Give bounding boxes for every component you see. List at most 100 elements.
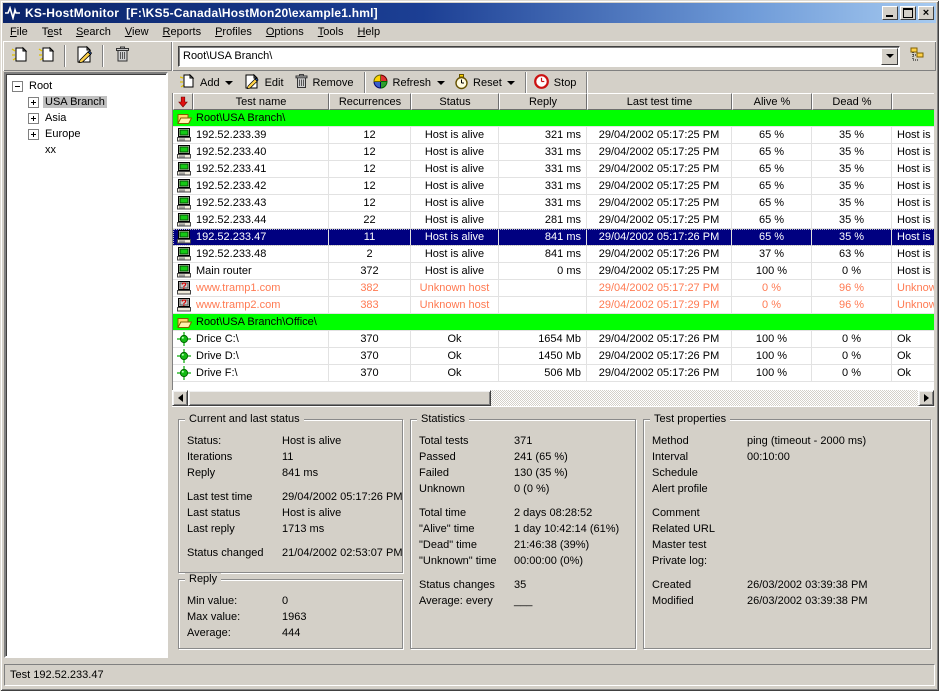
cell-reply: 841 ms [499, 229, 587, 245]
maximize-button[interactable] [900, 6, 916, 20]
scroll-right-button[interactable] [918, 390, 934, 406]
menu-view[interactable]: View [118, 24, 156, 40]
cell-last-status: Host is alive [892, 178, 934, 194]
expand-plus-icon[interactable] [28, 97, 39, 108]
table-row[interactable]: 192.52.233.3912Host is alive321 ms29/04/… [173, 127, 934, 144]
path-toolbar: Root\USA Branch\ [172, 41, 936, 71]
table-row[interactable]: 192.52.233.4711Host is alive841 ms29/04/… [173, 229, 934, 246]
menu-reports[interactable]: Reports [156, 24, 209, 40]
remove-button[interactable]: Remove [291, 73, 361, 93]
cell-last-status: Ok [892, 365, 934, 381]
cell-recurrences: 12 [329, 161, 411, 177]
horizontal-scrollbar[interactable] [172, 390, 934, 406]
cell-last-status: Host is alive [892, 195, 934, 211]
scrollbar-track[interactable] [491, 390, 918, 406]
tree-item-usa-branch[interactable]: USA Branch [8, 94, 164, 110]
combo-dropdown-button[interactable] [881, 48, 898, 65]
table-row[interactable]: ?www.tramp2.com383Unknown host29/04/2002… [173, 297, 934, 314]
minimize-button[interactable] [882, 6, 898, 20]
cell-alive-: 65 % [732, 161, 812, 177]
chevron-down-icon [437, 81, 445, 85]
field-value: 1963 [282, 610, 306, 624]
menu-options[interactable]: Options [259, 24, 311, 40]
refresh-dropdown-button[interactable] [434, 74, 447, 92]
cell-alive-: 100 % [732, 331, 812, 347]
menu-test[interactable]: Test [35, 24, 69, 40]
refresh-button[interactable]: Refresh [369, 73, 439, 93]
cell-recurrences: 2 [329, 246, 411, 262]
table-row[interactable]: 192.52.233.4212Host is alive331 ms29/04/… [173, 178, 934, 195]
scrollbar-thumb[interactable] [188, 390, 491, 406]
edit-button[interactable]: Edit [240, 73, 291, 93]
column-header-test-name[interactable]: Test name [193, 93, 329, 110]
new-testlist-button[interactable] [7, 44, 31, 68]
table-row[interactable]: 192.52.233.4012Host is alive331 ms29/04/… [173, 144, 934, 161]
table-row[interactable]: Drive F:\370Ok506 Mb29/04/2002 05:17:26 … [173, 365, 934, 382]
reset-dropdown-button[interactable] [505, 74, 518, 92]
cell-last-test-time: 29/04/2002 05:17:25 PM [587, 127, 732, 143]
field-label: Status changes [419, 578, 514, 592]
folder-path-combobox[interactable]: Root\USA Branch\ [178, 46, 900, 67]
cell-status: Host is alive [411, 178, 499, 194]
cell-alive-: 37 % [732, 246, 812, 262]
folder-tree-button[interactable] [906, 44, 930, 68]
tree-item-europe[interactable]: Europe [8, 126, 164, 142]
table-row[interactable]: Main router372Host is alive0 ms29/04/200… [173, 263, 934, 280]
reset-button[interactable]: Reset [451, 73, 509, 93]
tree-item-asia[interactable]: Asia [8, 110, 164, 126]
table-row[interactable]: 192.52.233.4312Host is alive331 ms29/04/… [173, 195, 934, 212]
menu-tools[interactable]: Tools [311, 24, 351, 40]
table-row[interactable]: 192.52.233.4112Host is alive331 ms29/04/… [173, 161, 934, 178]
property-row: Average: every___ [419, 594, 627, 608]
column-header-last-status[interactable]: Last status [892, 93, 934, 110]
close-button[interactable]: × [918, 6, 934, 20]
add-dropdown-button[interactable] [223, 74, 236, 92]
column-header-alive-[interactable]: Alive % [732, 93, 812, 110]
add-button[interactable]: Add [176, 73, 227, 93]
delete-button[interactable] [110, 44, 134, 68]
group-row[interactable]: Root\USA Branch\ [173, 110, 934, 127]
table-row[interactable]: ?www.tramp1.com382Unknown host29/04/2002… [173, 280, 934, 297]
test-name: 192.52.233.47 [196, 229, 266, 245]
menu-profiles[interactable]: Profiles [208, 24, 259, 40]
tree-item-xx[interactable]: xx [8, 142, 164, 158]
groupbox-title: Statistics [417, 413, 469, 425]
field-value: 1 day 10:42:14 (61%) [514, 522, 619, 536]
column-header-recurrences[interactable]: Recurrences [329, 93, 411, 110]
table-row[interactable]: Drive D:\370Ok1450 Mb29/04/2002 05:17:26… [173, 348, 934, 365]
add-test-icon [180, 74, 195, 92]
cell-last-status: Ok [892, 348, 934, 364]
menu-search[interactable]: Search [69, 24, 118, 40]
menu-file[interactable]: File [3, 24, 35, 40]
group-row[interactable]: Root\USA Branch\Office\ [173, 314, 934, 331]
table-row[interactable]: Drice C:\370Ok1654 Mb29/04/2002 05:17:26… [173, 331, 934, 348]
property-row: Failed130 (35 %) [419, 466, 627, 480]
test-name-cell: Drive F:\ [173, 365, 329, 381]
cell-last-status: Host is alive [892, 263, 934, 279]
arrow-left-icon [178, 394, 183, 402]
column-header-status[interactable]: Status [411, 93, 499, 110]
cell-dead-: 96 % [812, 280, 892, 296]
property-row: Alert profile [652, 482, 922, 496]
property-row: Max value:1963 [187, 610, 394, 624]
stop-button[interactable]: Stop [530, 73, 584, 93]
new-folder-button[interactable] [34, 44, 58, 68]
column-header-last-test-time[interactable]: Last test time [587, 93, 732, 110]
cell-status: Host is alive [411, 144, 499, 160]
expand-plus-icon[interactable] [28, 129, 39, 140]
tree-item-root[interactable]: Root [8, 78, 164, 94]
cell-dead-: 35 % [812, 178, 892, 194]
sort-header-cell[interactable] [173, 93, 193, 110]
expand-plus-icon[interactable] [28, 113, 39, 124]
scroll-left-button[interactable] [172, 390, 188, 406]
table-row[interactable]: 192.52.233.4422Host is alive281 ms29/04/… [173, 212, 934, 229]
test-name: 192.52.233.41 [196, 161, 266, 177]
cell-status: Host is alive [411, 246, 499, 262]
edit-list-button[interactable] [72, 44, 96, 68]
collapse-minus-icon[interactable] [12, 81, 23, 92]
column-header-dead-[interactable]: Dead % [812, 93, 892, 110]
menu-help[interactable]: Help [350, 24, 387, 40]
table-row[interactable]: 192.52.233.482Host is alive841 ms29/04/2… [173, 246, 934, 263]
groupbox-title: Current and last status [185, 413, 304, 425]
column-header-reply[interactable]: Reply [499, 93, 587, 110]
